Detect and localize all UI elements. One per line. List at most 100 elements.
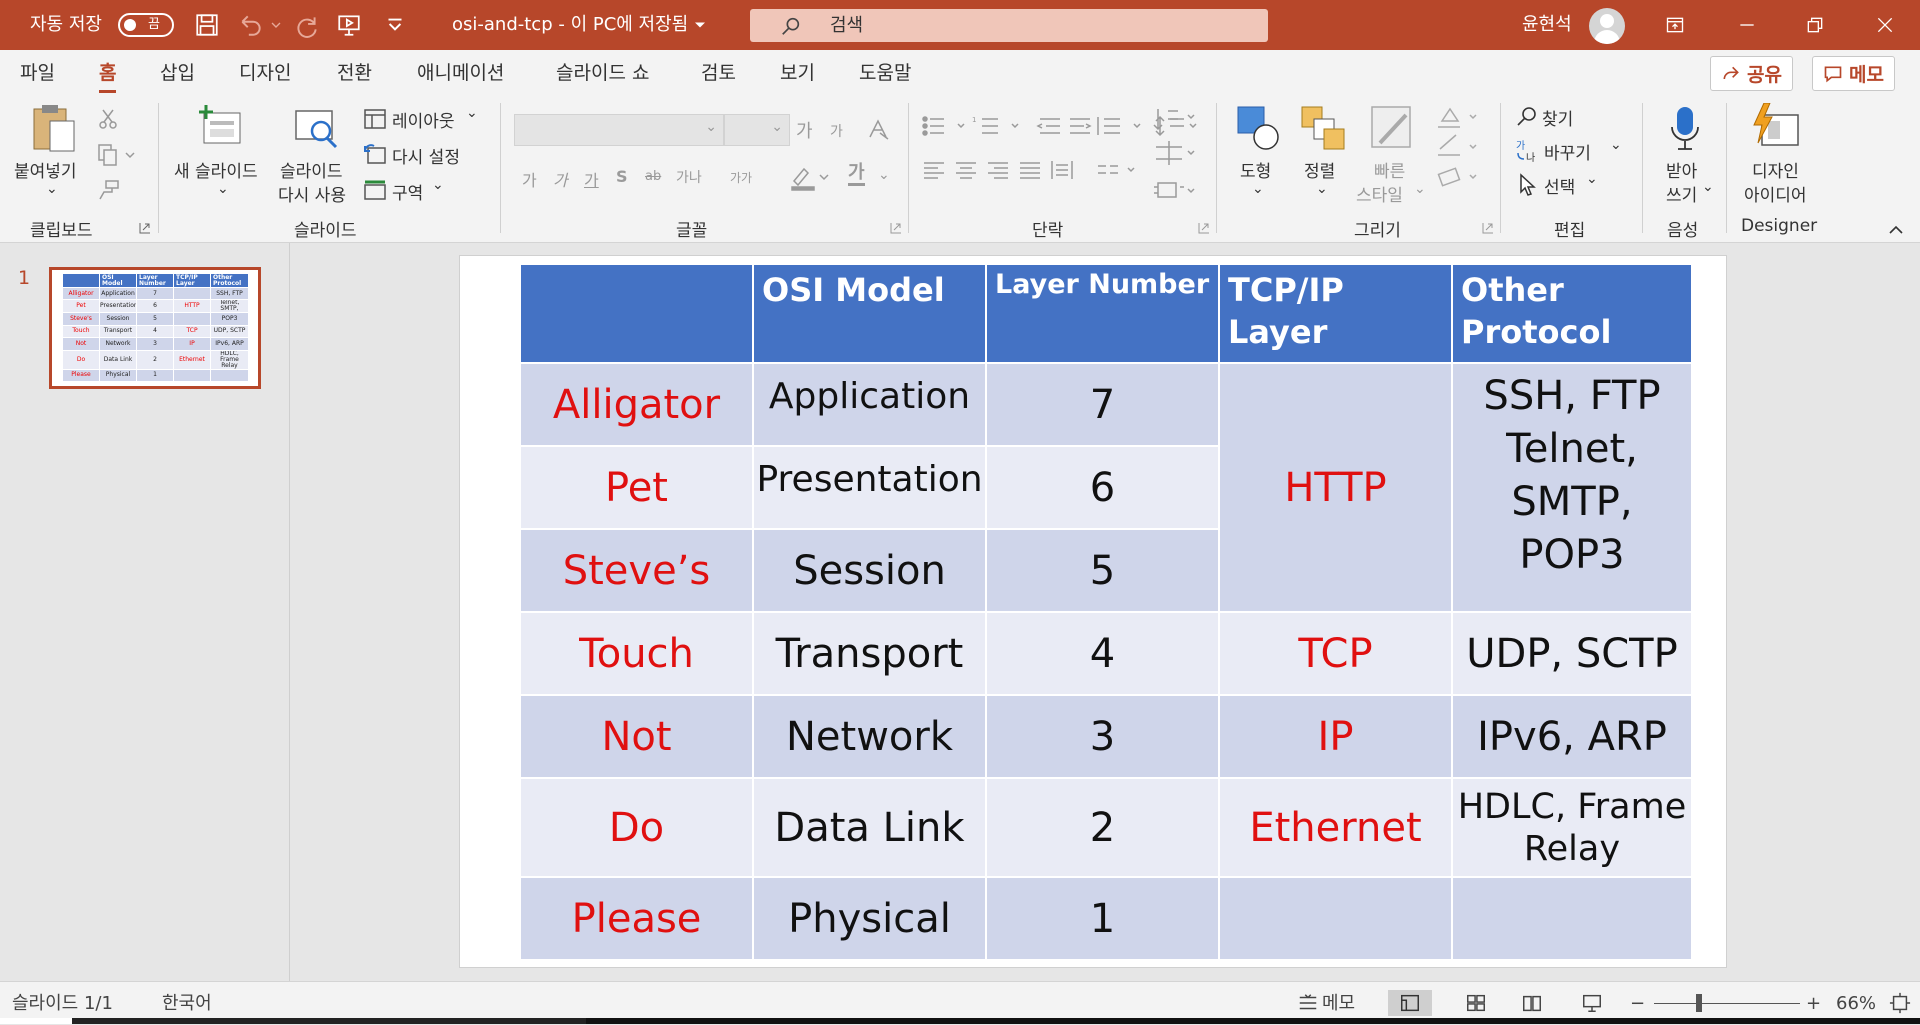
other-protocol-application-cell[interactable]: SSH, FTP Telnet, SMTP, POP3 bbox=[1451, 362, 1693, 613]
user-name[interactable]: 윤현석 bbox=[1522, 0, 1572, 50]
font-family-select[interactable]: ⌄ bbox=[514, 114, 724, 146]
char-spacing-button[interactable]: 가나 bbox=[676, 167, 702, 187]
fit-to-window-icon[interactable] bbox=[1886, 990, 1914, 1016]
tab-animations[interactable]: 애니메이션 bbox=[417, 50, 504, 97]
mnemonic-cell[interactable]: Do bbox=[519, 777, 754, 878]
mnemonic-cell[interactable]: Touch bbox=[519, 611, 754, 696]
reading-view-icon[interactable] bbox=[1518, 990, 1546, 1016]
tcpip-transport-cell[interactable]: TCP bbox=[1218, 611, 1453, 696]
format-painter-icon[interactable] bbox=[96, 179, 120, 203]
paste-icon[interactable] bbox=[30, 103, 78, 155]
new-slide-button[interactable]: 새 슬라이드 bbox=[174, 157, 258, 182]
tab-transitions[interactable]: 전환 bbox=[337, 50, 372, 97]
search-input[interactable]: 검색 bbox=[750, 9, 1268, 42]
undo-icon[interactable] bbox=[236, 10, 266, 40]
tab-file[interactable]: 파일 bbox=[20, 50, 55, 97]
minimize-icon[interactable] bbox=[1712, 0, 1782, 50]
avatar[interactable] bbox=[1589, 8, 1625, 44]
save-icon[interactable] bbox=[192, 10, 222, 40]
reset-button[interactable]: 다시 설정 bbox=[392, 143, 460, 168]
osi-layer-cell[interactable]: Data Link bbox=[752, 777, 987, 878]
collapse-ribbon-icon[interactable] bbox=[1888, 225, 1904, 235]
tab-review[interactable]: 검토 bbox=[701, 50, 736, 97]
zoom-slider-thumb[interactable] bbox=[1696, 994, 1702, 1012]
reuse-slides-icon[interactable] bbox=[294, 107, 340, 151]
cut-icon[interactable] bbox=[96, 107, 120, 131]
font-size-select[interactable]: ⌄ bbox=[724, 114, 790, 146]
layout-icon[interactable] bbox=[364, 109, 386, 129]
italic-button[interactable]: 가 bbox=[553, 167, 568, 191]
arrange-dropdown-icon[interactable]: ⌄ bbox=[1316, 181, 1328, 197]
layer-number-cell[interactable]: 4 bbox=[985, 611, 1220, 696]
layer-number-cell[interactable]: 3 bbox=[985, 694, 1220, 779]
notes-icon[interactable] bbox=[1294, 990, 1322, 1016]
replace-button[interactable]: 바꾸기 bbox=[1544, 139, 1591, 164]
find-icon[interactable] bbox=[1516, 105, 1538, 127]
undo-dropdown-icon[interactable] bbox=[268, 10, 284, 40]
tab-design[interactable]: 디자인 bbox=[239, 50, 291, 97]
other-protocol-transport-cell[interactable]: UDP, SCTP bbox=[1451, 611, 1693, 696]
find-button[interactable]: 찾기 bbox=[1542, 105, 1573, 130]
layer-number-cell[interactable]: 6 bbox=[985, 445, 1220, 530]
paragraph-launcher-icon[interactable] bbox=[1198, 222, 1210, 234]
header-mnemonic[interactable] bbox=[519, 263, 754, 364]
slide-thumbnail[interactable]: OSI Model Layer Number TCP/IP Layer Othe… bbox=[49, 267, 261, 389]
design-ideas-button[interactable]: 디자인 bbox=[1752, 157, 1799, 182]
shapes-icon[interactable] bbox=[1236, 105, 1282, 151]
new-slide-icon[interactable] bbox=[198, 105, 244, 149]
replace-dropdown-icon[interactable]: ⌄ bbox=[1610, 137, 1622, 153]
new-slide-dropdown-icon[interactable]: ⌄ bbox=[217, 181, 229, 197]
osi-layer-cell[interactable]: Transport bbox=[752, 611, 987, 696]
tcpip-network-cell[interactable]: IP bbox=[1218, 694, 1453, 779]
bold-button[interactable]: 가 bbox=[522, 167, 537, 191]
shapes-button[interactable]: 도형 bbox=[1240, 157, 1271, 182]
font-launcher-icon[interactable] bbox=[890, 222, 902, 234]
mnemonic-cell[interactable]: Alligator bbox=[519, 362, 754, 447]
header-layer-number[interactable]: Layer Number bbox=[985, 263, 1220, 364]
quick-styles-dropdown-icon[interactable]: ⌄ bbox=[1414, 181, 1426, 197]
restore-icon[interactable] bbox=[1780, 0, 1850, 50]
tcpip-application-cell[interactable]: HTTP bbox=[1218, 362, 1453, 613]
tab-insert[interactable]: 삽입 bbox=[160, 50, 195, 97]
reset-icon[interactable] bbox=[364, 144, 386, 164]
grow-font-button[interactable]: 가 bbox=[796, 117, 813, 143]
dictate-button[interactable]: 받아 bbox=[1666, 157, 1697, 182]
section-button[interactable]: 구역 bbox=[392, 179, 423, 204]
section-dropdown-icon[interactable]: ⌄ bbox=[432, 177, 444, 193]
quick-styles-icon[interactable] bbox=[1370, 105, 1416, 151]
slide-sorter-icon[interactable] bbox=[1462, 990, 1490, 1016]
font-color-dropdown-icon[interactable]: ⌄ bbox=[878, 167, 890, 183]
paste-button[interactable]: 붙여넣기 bbox=[14, 157, 77, 182]
osi-layer-cell[interactable]: Network bbox=[752, 694, 987, 779]
clipboard-launcher-icon[interactable] bbox=[139, 222, 151, 234]
header-tcpip-layer[interactable]: TCP/IP Layer bbox=[1218, 263, 1453, 364]
osi-layer-cell[interactable]: Physical bbox=[752, 876, 987, 961]
drawing-launcher-icon[interactable] bbox=[1482, 222, 1494, 234]
tab-home[interactable]: 홈 bbox=[99, 50, 117, 97]
copy-icon[interactable] bbox=[96, 143, 136, 167]
other-protocol-physical-cell[interactable] bbox=[1451, 876, 1693, 961]
header-osi-model[interactable]: OSI Model bbox=[752, 263, 987, 364]
tab-view[interactable]: 보기 bbox=[780, 50, 815, 97]
mnemonic-cell[interactable]: Not bbox=[519, 694, 754, 779]
arrange-button[interactable]: 정렬 bbox=[1304, 157, 1335, 182]
strikethrough-icon[interactable]: ab bbox=[645, 169, 661, 184]
normal-view-icon[interactable] bbox=[1388, 990, 1432, 1016]
shrink-font-button[interactable]: 가 bbox=[830, 121, 843, 141]
design-ideas-icon[interactable] bbox=[1752, 103, 1802, 151]
ribbon-display-options-icon[interactable] bbox=[1640, 0, 1710, 50]
present-from-start-icon[interactable] bbox=[334, 10, 364, 40]
other-protocol-link-cell[interactable]: HDLC, Frame Relay bbox=[1451, 777, 1693, 878]
select-button[interactable]: 선택 bbox=[1544, 173, 1575, 198]
shadow-button[interactable]: S bbox=[616, 167, 628, 186]
redo-icon[interactable] bbox=[292, 10, 322, 40]
quick-styles-button[interactable]: 빠른 bbox=[1374, 157, 1405, 182]
osi-layer-cell[interactable]: Presentation bbox=[752, 445, 987, 530]
dictate-dropdown-icon[interactable]: ⌄ bbox=[1702, 179, 1714, 195]
layer-number-cell[interactable]: 1 bbox=[985, 876, 1220, 961]
tab-slideshow[interactable]: 슬라이드 쇼 bbox=[556, 50, 649, 97]
tcpip-physical-cell[interactable] bbox=[1218, 876, 1453, 961]
document-title[interactable]: osi-and-tcp - 이 PC에 저장됨 bbox=[452, 0, 688, 50]
customize-toolbar-icon[interactable] bbox=[380, 10, 410, 40]
dictate-icon[interactable] bbox=[1668, 105, 1702, 151]
